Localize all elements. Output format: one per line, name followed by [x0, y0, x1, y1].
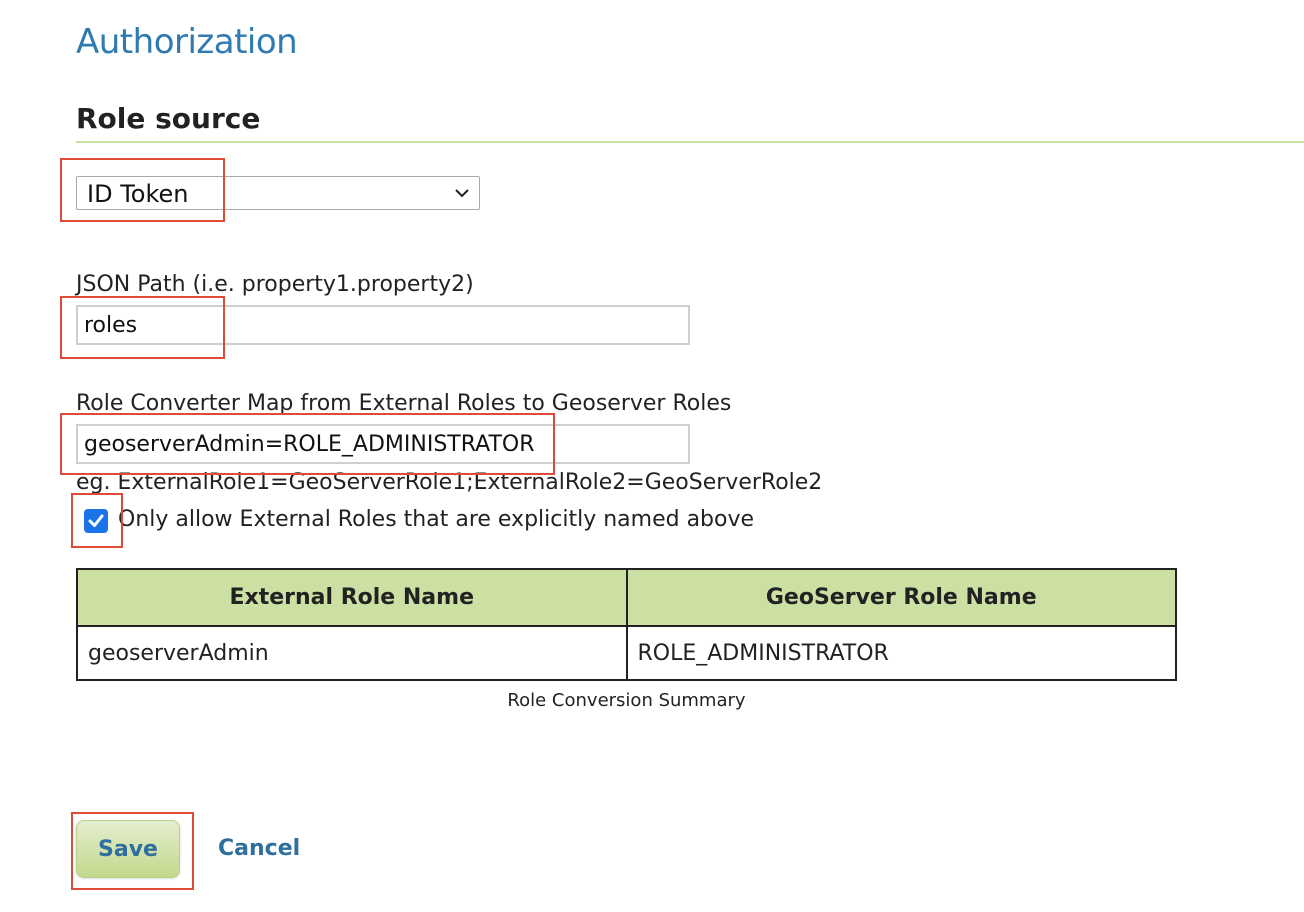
- geoserver-role-cell: ROLE_ADMINISTRATOR: [625, 625, 1177, 681]
- cancel-link[interactable]: Cancel: [218, 836, 300, 861]
- column-header-external-role: External Role Name: [76, 568, 628, 627]
- section-divider: [76, 141, 1304, 143]
- table-caption: Role Conversion Summary: [507, 690, 746, 711]
- role-converter-input[interactable]: [76, 424, 690, 464]
- only-allow-label: Only allow External Roles that are expli…: [118, 507, 755, 532]
- chevron-down-icon: [455, 189, 469, 198]
- role-converter-hint: eg. ExternalRole1=GeoServerRole1;Externa…: [76, 470, 823, 495]
- role-source-heading: Role source: [76, 102, 261, 135]
- table-header-row: External Role Name GeoServer Role Name: [76, 568, 1177, 627]
- external-role-cell: geoserverAdmin: [76, 625, 628, 681]
- role-converter-label: Role Converter Map from External Roles t…: [76, 391, 732, 416]
- only-allow-checkbox[interactable]: [84, 509, 108, 533]
- column-header-geoserver-role: GeoServer Role Name: [625, 568, 1177, 627]
- page-title: Authorization: [76, 22, 298, 62]
- role-conversion-table: External Role Name GeoServer Role Name g…: [76, 568, 1177, 681]
- checkmark-icon: [88, 514, 104, 527]
- json-path-label: JSON Path (i.e. property1.property2): [76, 272, 474, 297]
- role-source-select[interactable]: ID Token: [76, 176, 480, 210]
- save-button[interactable]: Save: [76, 820, 180, 878]
- role-source-selected-value: ID Token: [87, 180, 189, 208]
- table-row: geoserverAdmin ROLE_ADMINISTRATOR: [76, 625, 1177, 681]
- json-path-input[interactable]: [76, 305, 690, 345]
